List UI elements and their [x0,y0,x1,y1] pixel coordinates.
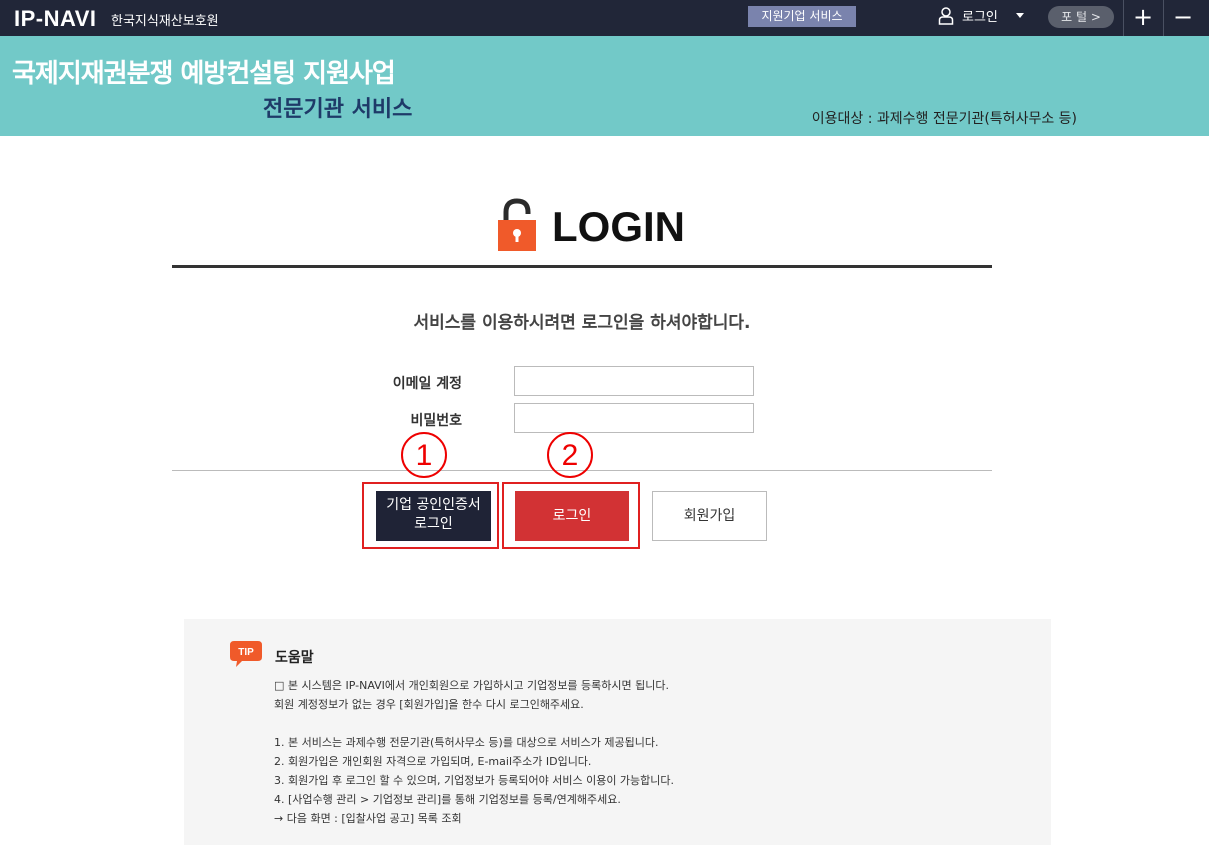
portal-button[interactable]: 포 털 > [1048,6,1114,28]
login-notice: 서비스를 이용하시려면 로그인을 하셔야합니다. [413,313,751,333]
marker-2: 2 [547,432,593,478]
help-line: □ 본 시스템은 IP-NAVI에서 개인회원으로 가입하시고 기업정보를 등록… [274,679,670,692]
help-box: TIP 도움말 □ 본 시스템은 IP-NAVI에서 개인회원으로 가입하시고 … [184,619,1051,845]
help-line: 3. 회원가입 후 로그인 할 수 있으며, 기업정보가 등록되어야 서비스 이… [274,774,675,787]
chevron-down-icon [1015,13,1024,18]
login-heading: LOGIN [498,198,685,256]
help-title: 도움말 [275,650,314,666]
marker-1: 1 [401,432,447,478]
banner-subtitle: 전문기관 서비스 [263,97,413,122]
help-line: 2. 회원가입은 개인회원 자격으로 가입되며, E-mail주소가 ID입니다… [274,755,592,768]
password-label: 비밀번호 [410,413,462,429]
company-service-button[interactable]: 지원기업 서비스 [748,6,856,27]
help-line: 4. [사업수행 관리 > 기업정보 관리]를 통해 기업정보를 등록/연계해주… [274,793,621,806]
email-label: 이메일 계정 [392,376,462,392]
join-button[interactable]: 회원가입 [652,491,767,541]
minus-button[interactable]: − [1163,0,1203,36]
tip-badge: TIP [230,641,262,667]
user-icon [938,6,954,25]
banner-title: 국제지재권분쟁 예방컨설팅 지원사업 [12,59,396,89]
unlock-icon [498,198,538,256]
help-line: → 다음 화면 : [입찰사업 공고] 목록 조회 [274,812,462,825]
divider [172,265,992,268]
ip-navi-logo[interactable]: IP-NAVI [14,6,97,32]
page-banner: 국제지재권분쟁 예방컨설팅 지원사업 전문기관 서비스 이용대상 : 과제수행 … [0,36,1209,136]
login-title: LOGIN [552,203,685,250]
top-bar: IP-NAVI 한국지식재산보호원 지원기업 서비스 로그인 포 털 > + − [0,0,1209,36]
banner-target: 이용대상 : 과제수행 전문기관(특허사무소 등) [811,111,1077,127]
help-line: 회원 계정정보가 없는 경우 [회원가입]을 한수 다시 로그인해주세요. [274,698,584,711]
org-name: 한국지식재산보호원 [111,14,219,29]
email-field[interactable] [514,366,754,396]
cert-button-line2: 로그인 [414,516,453,532]
user-login-menu[interactable]: 로그인 [938,6,1024,25]
certificate-login-button[interactable]: 기업 공인인증서 로그인 [376,491,491,541]
help-line: 1. 본 서비스는 과제수행 전문기관(특허사무소 등)를 대상으로 서비스가 … [274,736,659,749]
login-menu-label: 로그인 [962,10,998,25]
cert-button-line1: 기업 공인인증서 [386,497,481,513]
tip-badge-text: TIP [238,647,254,658]
login-button[interactable]: 로그인 [515,491,629,541]
plus-button[interactable]: + [1123,0,1163,36]
password-field[interactable] [514,403,754,433]
